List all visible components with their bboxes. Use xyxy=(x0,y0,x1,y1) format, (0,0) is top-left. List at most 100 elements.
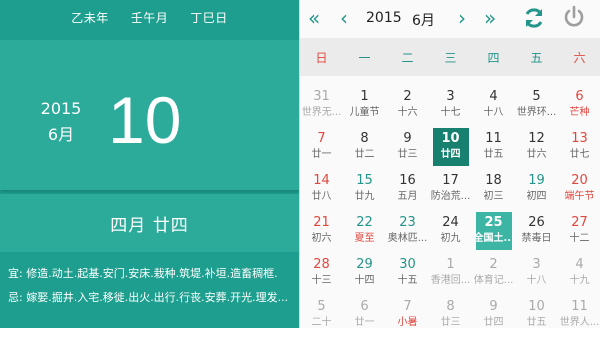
day-lunar: 初四 xyxy=(526,191,547,202)
day-lunar: 初九 xyxy=(440,233,461,244)
day-cell[interactable]: 4 十九 xyxy=(558,254,600,296)
day-cell[interactable]: 6 廿一 xyxy=(343,296,386,338)
day-lunar: 体育记... xyxy=(473,275,514,286)
day-cell[interactable]: 28 十三 xyxy=(300,254,343,296)
day-lunar: 香港回... xyxy=(430,275,471,286)
selected-date-block: 2015 6月 10 xyxy=(0,40,299,190)
day-cell[interactable]: 7 廿一 xyxy=(300,128,343,170)
day-number: 2 xyxy=(489,257,498,272)
day-number: 16 xyxy=(399,173,416,188)
day-lunar: 端午节 xyxy=(564,191,595,202)
selected-year: 2015 xyxy=(40,99,82,118)
day-number: 4 xyxy=(489,89,498,104)
day-lunar: 世界无... xyxy=(301,107,342,118)
day-cell-today[interactable]: 25 全国土... xyxy=(472,212,515,254)
day-cell[interactable]: 3 十七 xyxy=(429,86,472,128)
day-cell[interactable]: 19 初四 xyxy=(515,170,558,212)
day-number: 3 xyxy=(532,257,541,272)
day-number: 4 xyxy=(575,257,584,272)
day-lunar: 芒种 xyxy=(569,107,590,118)
day-cell[interactable]: 16 五月 xyxy=(386,170,429,212)
day-lunar: 廿二 xyxy=(354,149,375,160)
day-cell[interactable]: 6 芒种 xyxy=(558,86,600,128)
day-cell[interactable]: 5 世界环... xyxy=(515,86,558,128)
refresh-icon[interactable] xyxy=(522,6,546,30)
day-cell[interactable]: 21 初六 xyxy=(300,212,343,254)
day-lunar: 廿三 xyxy=(397,149,418,160)
day-number: 5 xyxy=(317,299,326,314)
day-lunar: 十六 xyxy=(397,107,418,118)
day-cell[interactable]: 15 廿九 xyxy=(343,170,386,212)
ganzhi-month: 壬午月 xyxy=(130,10,169,25)
day-cell[interactable]: 12 廿六 xyxy=(515,128,558,170)
day-lunar: 十七 xyxy=(440,107,461,118)
day-lunar: 廿六 xyxy=(526,149,547,160)
day-cell[interactable]: 20 端午节 xyxy=(558,170,600,212)
day-cell-selected[interactable]: 10 廿四 xyxy=(429,128,472,170)
week-row: 31 世界无... 1 儿童节 2 十六 3 十七 4 十八 5 世界环... 6 芒种 xyxy=(300,86,600,128)
ganzhi-year: 乙未年 xyxy=(71,10,109,25)
day-cell[interactable]: 27 十二 xyxy=(558,212,600,254)
day-number: 11 xyxy=(571,299,588,314)
day-info-panel: 乙未年 壬午月 丁巳日 2015 6月 10 四月 廿四 宜: 修造.动土.起基… xyxy=(0,0,299,328)
day-lunar: 全国土... xyxy=(473,233,514,244)
day-cell[interactable]: 23 奥林匹... xyxy=(386,212,429,254)
day-lunar: 五月 xyxy=(397,191,418,202)
day-number: 29 xyxy=(356,257,373,272)
day-cell[interactable]: 31 世界无... xyxy=(300,86,343,128)
day-cell[interactable]: 22 夏至 xyxy=(343,212,386,254)
day-cell[interactable]: 13 廿七 xyxy=(558,128,600,170)
day-cell[interactable]: 8 廿二 xyxy=(343,128,386,170)
next-month-button[interactable]: › xyxy=(458,7,466,29)
day-number: 2 xyxy=(403,89,412,104)
day-cell[interactable]: 2 体育记... xyxy=(472,254,515,296)
day-number: 8 xyxy=(360,131,369,146)
calendar-app: 乙未年 壬午月 丁巳日 2015 6月 10 四月 廿四 宜: 修造.动土.起基… xyxy=(0,0,600,328)
day-number: 30 xyxy=(399,257,416,272)
day-cell[interactable]: 1 香港回... xyxy=(429,254,472,296)
day-cell[interactable]: 11 世界人... xyxy=(558,296,600,338)
week-row: 7 廿一 8 廿二 9 廿三 10 廿四 11 廿五 12 廿六 13 廿七 xyxy=(300,128,600,170)
day-cell[interactable]: 1 儿童节 xyxy=(343,86,386,128)
day-number: 27 xyxy=(571,215,588,230)
day-cell[interactable]: 9 廿三 xyxy=(386,128,429,170)
day-cell[interactable]: 11 廿五 xyxy=(472,128,515,170)
day-cell[interactable]: 5 二十 xyxy=(300,296,343,338)
day-lunar: 初六 xyxy=(311,233,332,244)
day-cell[interactable]: 9 廿四 xyxy=(472,296,515,338)
day-number: 12 xyxy=(528,131,545,146)
day-cell[interactable]: 2 十六 xyxy=(386,86,429,128)
day-number: 31 xyxy=(313,89,330,104)
day-lunar: 廿五 xyxy=(483,149,504,160)
next-year-button[interactable]: » xyxy=(484,7,496,29)
day-number: 9 xyxy=(489,299,498,314)
day-cell[interactable]: 24 初九 xyxy=(429,212,472,254)
day-number: 10 xyxy=(441,131,460,146)
day-cell[interactable]: 29 十四 xyxy=(343,254,386,296)
ganzhi-bar: 乙未年 壬午月 丁巳日 xyxy=(0,0,299,34)
day-number: 15 xyxy=(356,173,373,188)
day-cell[interactable]: 3 十八 xyxy=(515,254,558,296)
day-number: 17 xyxy=(442,173,459,188)
day-cell[interactable]: 26 禁毒日 xyxy=(515,212,558,254)
day-lunar: 十九 xyxy=(569,275,590,286)
day-number: 24 xyxy=(442,215,459,230)
day-cell[interactable]: 4 十八 xyxy=(472,86,515,128)
prev-year-button[interactable]: « xyxy=(308,7,320,29)
day-cell[interactable]: 18 初三 xyxy=(472,170,515,212)
week-row: 28 十三 29 十四 30 十五 1 香港回... 2 体育记... 3 十八 4 十九 xyxy=(300,254,600,296)
day-lunar: 十三 xyxy=(311,275,332,286)
day-lunar: 初三 xyxy=(483,191,504,202)
calendar-panel: « ‹ 2015 6月 › » 日 一 二 三 四 五 六 31 世界无... … xyxy=(299,0,600,328)
power-icon[interactable] xyxy=(562,5,586,29)
day-number: 19 xyxy=(528,173,545,188)
day-cell[interactable]: 14 廿八 xyxy=(300,170,343,212)
day-cell[interactable]: 8 廿三 xyxy=(429,296,472,338)
day-cell[interactable]: 10 廿五 xyxy=(515,296,558,338)
day-cell[interactable]: 17 防治荒... xyxy=(429,170,472,212)
calendar-toolbar: « ‹ 2015 6月 › » xyxy=(300,0,600,36)
day-cell[interactable]: 30 十五 xyxy=(386,254,429,296)
prev-month-button[interactable]: ‹ xyxy=(340,7,348,29)
day-cell[interactable]: 7 小暑 xyxy=(386,296,429,338)
weekday-mon: 一 xyxy=(358,50,371,65)
